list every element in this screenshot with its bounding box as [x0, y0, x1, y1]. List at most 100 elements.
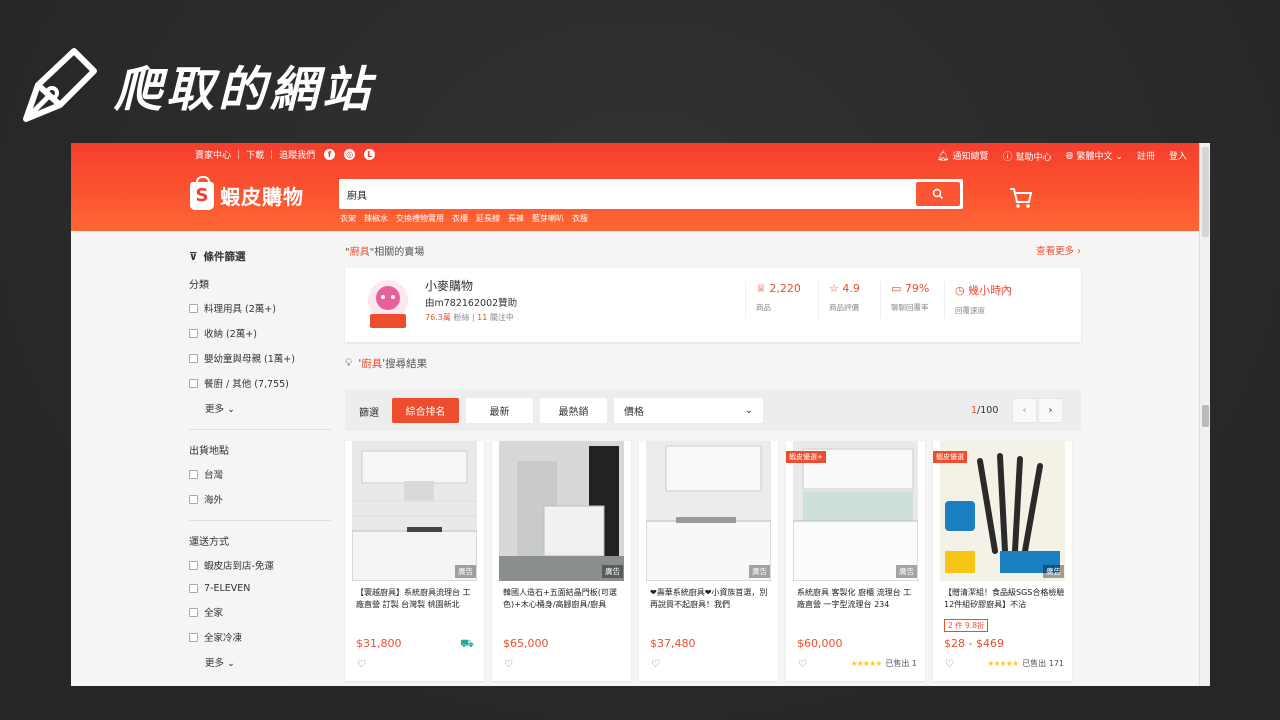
product-price: $65,000 — [503, 637, 549, 650]
hint-link[interactable]: 長褲 — [508, 213, 524, 224]
related-shops-header: "廚具"相關的賣場 查看更多 › — [345, 243, 1081, 258]
login-link[interactable]: 登入 — [1169, 149, 1187, 162]
globe-icon: 🌐︎ — [1065, 151, 1074, 162]
prev-page-button[interactable]: ‹ — [1012, 398, 1037, 423]
divider — [189, 429, 331, 430]
products-icon: ♕ — [756, 282, 766, 295]
main-content: "廚具"相關的賣場 查看更多 › 小麥購物 由m782162002贊助 76.3… — [345, 243, 1081, 681]
checkbox[interactable] — [189, 584, 198, 593]
promo-tag: 2 件 9.8折 — [944, 619, 989, 632]
scrollbar-thumb[interactable] — [1202, 405, 1209, 427]
category-option[interactable]: 嬰幼童與母親 (1萬+) — [189, 351, 331, 365]
hint-link[interactable]: 交換禮物實用 — [396, 213, 444, 224]
category-title: 分類 — [189, 280, 209, 291]
instagram-icon[interactable]: ◎ — [344, 149, 356, 160]
hint-link[interactable]: 辣椒水 — [364, 213, 388, 224]
product-image — [499, 441, 624, 581]
checkbox[interactable] — [189, 353, 198, 363]
slide-title-text: 爬取的網站 — [114, 62, 375, 118]
product-card[interactable]: 蝦皮優選+ 廣告 系統廚具 客製化 廚櫃 流理台 工廠直營 一字型流理台 234… — [786, 441, 925, 681]
logo-text: 蝦皮購物 — [220, 185, 304, 209]
search-icon — [932, 188, 944, 200]
product-card[interactable]: 廣告 韓國人造石+五面結晶門板(可選色)+木心桶身/高腳廚具/廚具 $65,00… — [492, 441, 631, 681]
checkbox[interactable] — [189, 632, 198, 642]
download-link[interactable]: 下載 — [246, 148, 264, 161]
product-price: $31,800 — [356, 637, 402, 650]
related-title: "廚具"相關的賣場 — [345, 247, 425, 258]
chevron-down-icon: ⌄ — [744, 405, 753, 416]
sort-bar: 篩選 綜合排名 最新 最熱銷 價格 ⌄ 1/100 ‹ › — [345, 389, 1081, 431]
sort-topsales-button[interactable]: 最熱銷 — [540, 398, 607, 423]
scrollbar[interactable] — [1199, 143, 1210, 686]
stat-reply-rate: ▭ 79% 聊聊回覆率 — [880, 282, 950, 318]
site-logo[interactable]: S 蝦皮購物 — [190, 175, 304, 210]
heart-icon[interactable]: ♡ — [798, 659, 807, 670]
checkbox[interactable] — [189, 560, 198, 570]
checkbox[interactable] — [189, 303, 198, 313]
line-icon[interactable]: L — [364, 149, 376, 160]
browser-screenshot: 賣家中心 | 下載 | 追蹤我們 f ◎ L 🔔︎ 通知總覽 ⓘ 幫助中心 🌐︎ 繁體… — [71, 143, 1210, 686]
star-icon: ☆ — [829, 282, 839, 295]
language-select[interactable]: 🌐︎ 繁體中文 ⌄ — [1066, 149, 1123, 162]
shop-avatar — [368, 280, 408, 328]
help-link[interactable]: ⓘ 幫助中心 — [1003, 148, 1052, 163]
product-title: ❤壽華系統廚具❤小資族首選，別再說買不起廚具！我們 — [650, 588, 768, 609]
stat-products: ♕ 2,220 商品 — [745, 282, 815, 318]
search-result-title: 💡︎ '廚具'搜尋結果 — [345, 357, 428, 370]
slide-title: 爬取的網站 — [18, 40, 374, 130]
shipping-option[interactable]: 蝦皮店到店-免運 — [189, 558, 331, 572]
register-link[interactable]: 註冊 — [1137, 149, 1155, 162]
stat-reply-speed: ◷ 幾小時內 回覆速度 — [944, 282, 1034, 318]
divider — [189, 520, 331, 521]
location-option[interactable]: 台灣 — [189, 467, 331, 481]
heart-icon[interactable]: ♡ — [651, 659, 660, 670]
ad-label: 廣告 — [455, 565, 476, 578]
checkbox[interactable] — [189, 378, 198, 388]
location-option[interactable]: 海外 — [189, 492, 331, 506]
shipping-option[interactable]: 全家冷凍 — [189, 630, 331, 644]
facebook-icon[interactable]: f — [324, 149, 336, 160]
product-card[interactable]: 蝦皮優選 廣告 【贈清潔組！食品級SGS合格檢驗 12件組矽膠廚具】不沾 2 件… — [933, 441, 1072, 681]
location-title: 出貨地點 — [189, 446, 229, 457]
hint-link[interactable]: 衣櫃 — [452, 213, 468, 224]
hint-link[interactable]: 衣服 — [572, 213, 588, 224]
checkbox[interactable] — [189, 469, 198, 479]
sort-relevance-button[interactable]: 綜合排名 — [392, 398, 459, 423]
sold-count: ★★★★★ 已售出 171 — [987, 659, 1064, 668]
shipping-more[interactable]: 更多 ⌄ — [205, 655, 331, 669]
sort-label: 篩選 — [359, 408, 379, 419]
ad-label: 廣告 — [896, 565, 917, 578]
search-input[interactable] — [341, 181, 911, 207]
heart-icon[interactable]: ♡ — [357, 659, 366, 670]
heart-icon[interactable]: ♡ — [504, 659, 513, 670]
shipping-title: 運送方式 — [189, 537, 229, 548]
cart-icon[interactable] — [1009, 187, 1033, 209]
product-image — [646, 441, 771, 581]
checkbox[interactable] — [189, 494, 198, 504]
heart-icon[interactable]: ♡ — [945, 659, 954, 670]
product-card[interactable]: 廣告 ❤壽華系統廚具❤小資族首選，別再說買不起廚具！我們 $37,480 ♡ — [639, 441, 778, 681]
shop-sponsor: 由m782162002贊助 — [425, 298, 518, 309]
shipping-option[interactable]: 7-ELEVEN — [189, 583, 331, 594]
category-option[interactable]: 收納 (2萬+) — [189, 326, 331, 340]
hint-link[interactable]: 藍芽喇叭 — [532, 213, 564, 224]
see-more-link[interactable]: 查看更多 › — [1036, 243, 1081, 258]
notify-link[interactable]: 🔔︎ 通知總覽 — [937, 149, 989, 162]
category-option[interactable]: 餐廚 / 其他 (7,755) — [189, 376, 331, 390]
product-card[interactable]: 廣告 【寰越廚具】系統廚具流理台 工廠直營 訂製 台灣製 桃園新北 $31,80… — [345, 441, 484, 681]
checkbox[interactable] — [189, 328, 198, 338]
category-more[interactable]: 更多 ⌄ — [205, 401, 331, 415]
sort-latest-button[interactable]: 最新 — [466, 398, 533, 423]
hint-link[interactable]: 延長線 — [476, 213, 500, 224]
next-page-button[interactable]: › — [1038, 398, 1063, 423]
shop-card[interactable]: 小麥購物 由m782162002贊助 76.3萬 粉絲 | 11 關注中 ♕ 2… — [345, 268, 1081, 342]
hint-link[interactable]: 衣架 — [340, 213, 356, 224]
price-select[interactable]: 價格 ⌄ — [614, 398, 763, 423]
checkbox[interactable] — [189, 607, 198, 617]
product-price: $37,480 — [650, 637, 696, 650]
search-button[interactable] — [916, 182, 960, 206]
seller-center-link[interactable]: 賣家中心 — [195, 148, 231, 161]
category-option[interactable]: 料理用具 (2萬+) — [189, 301, 331, 315]
shipping-option[interactable]: 全家 — [189, 605, 331, 619]
bell-icon: 🔔︎ — [936, 151, 950, 162]
